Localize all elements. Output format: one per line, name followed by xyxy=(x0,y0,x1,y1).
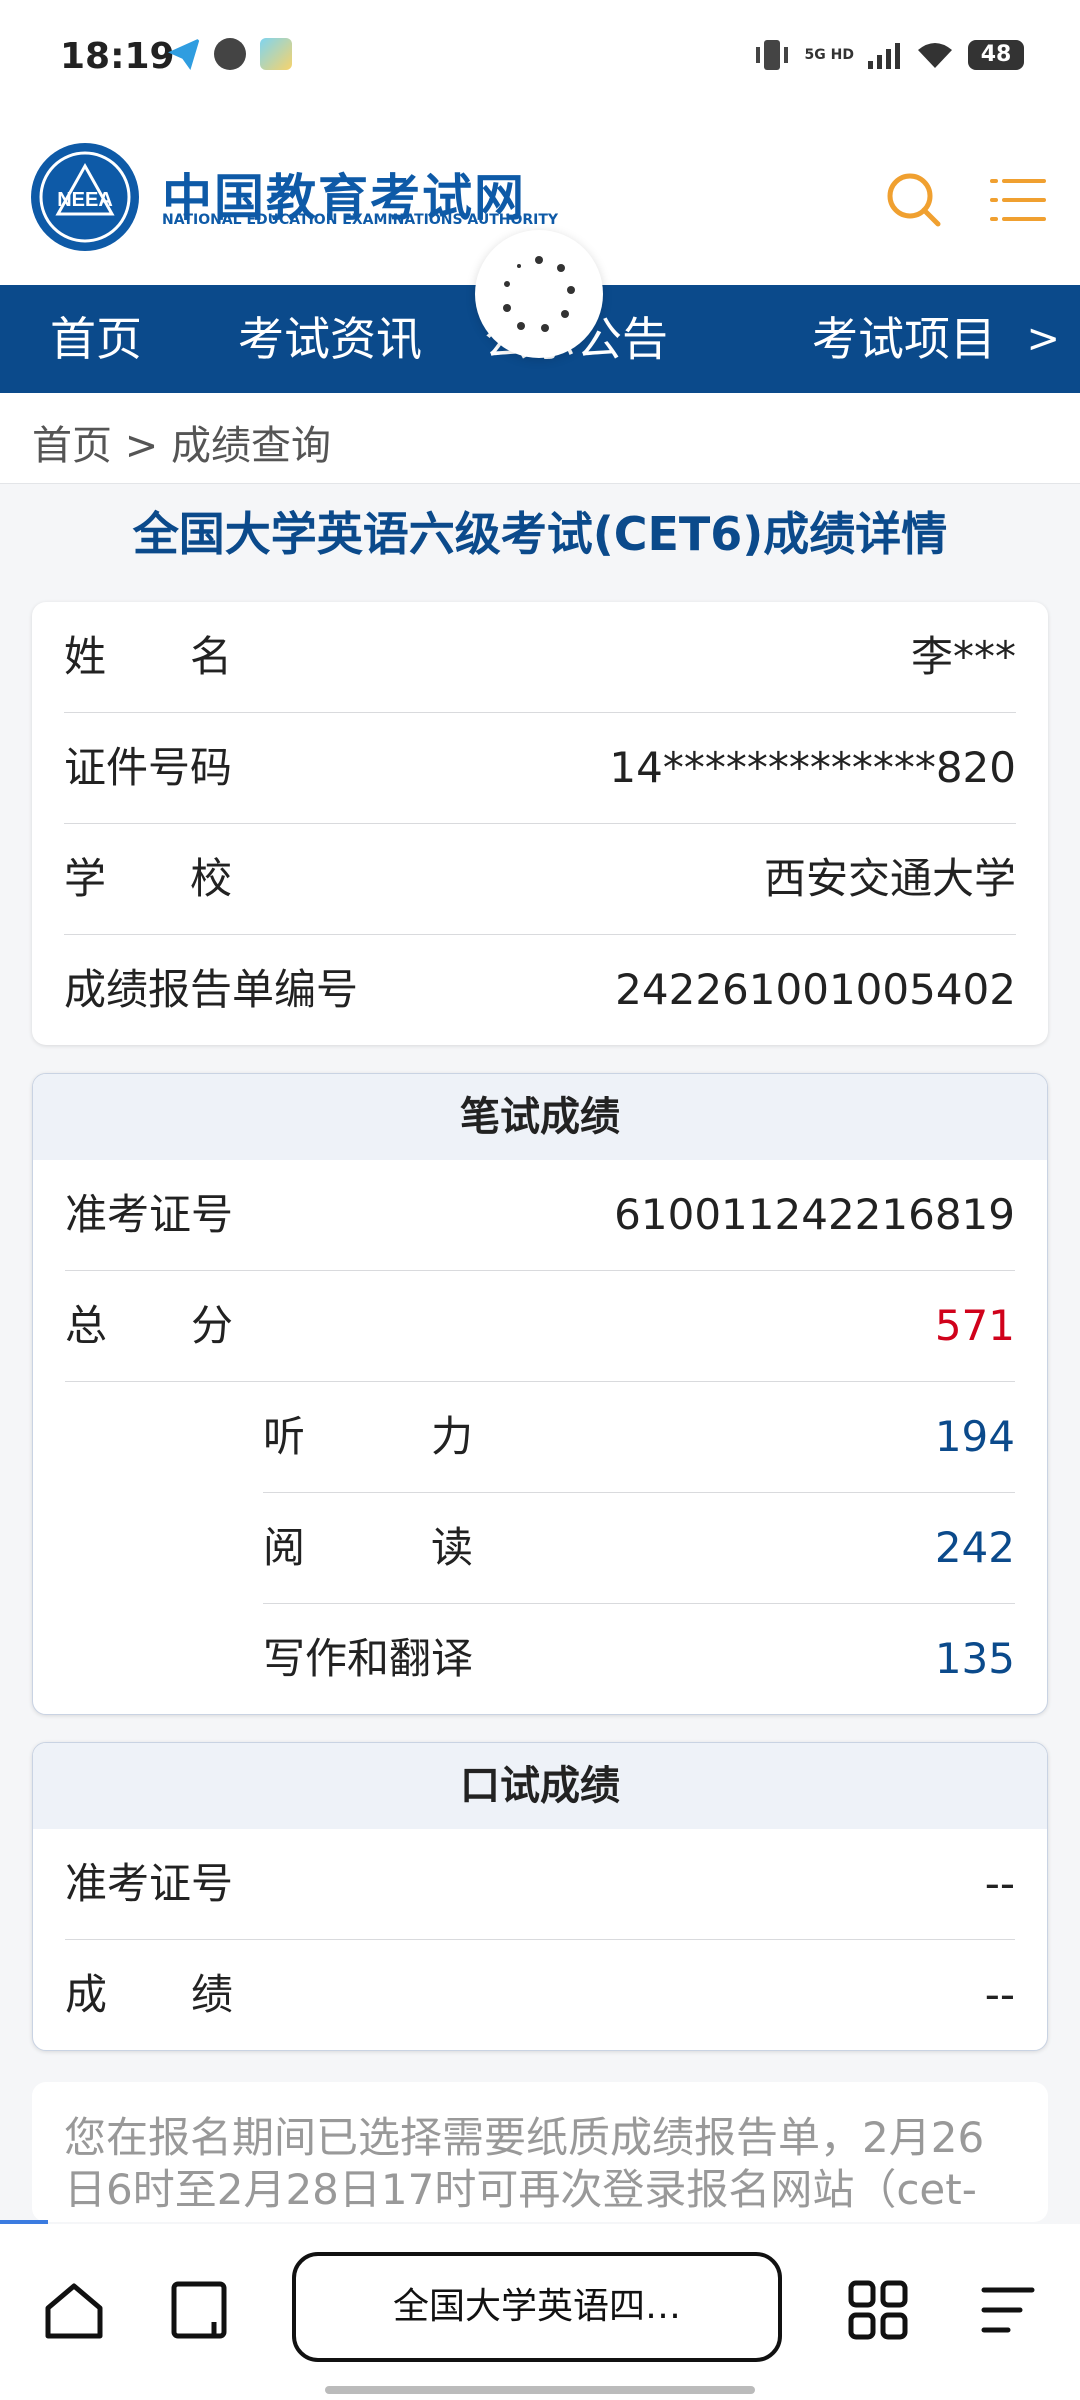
site-subtitle: NATIONAL EDUCATION EXAMINATIONS AUTHORIT… xyxy=(162,212,559,228)
menu-icon[interactable] xyxy=(990,175,1046,225)
nav-more-arrow[interactable]: > xyxy=(1026,285,1060,393)
oral-score-row: 成 绩 -- xyxy=(65,1940,1015,2050)
vibrate-icon xyxy=(755,40,788,70)
search-icon[interactable] xyxy=(884,170,944,230)
score-value: -- xyxy=(984,1970,1015,2019)
info-label: 成绩报告单编号 xyxy=(64,965,359,1014)
written-score-card: 笔试成绩 准考证号 610011242216819 总 分 571 听 力 19… xyxy=(32,1073,1048,1715)
info-value: 14*************820 xyxy=(609,743,1016,792)
total-label: 总 分 xyxy=(65,1301,234,1350)
menu-icon[interactable] xyxy=(976,2278,1040,2342)
info-value: 242261001005402 xyxy=(615,965,1016,1014)
info-label: 证件号码 xyxy=(64,743,233,792)
home-icon[interactable] xyxy=(42,2278,106,2342)
info-value: 李*** xyxy=(910,632,1016,681)
nav-home[interactable]: 首页 xyxy=(50,285,142,393)
section-score: 135 xyxy=(934,1634,1015,1683)
signal-icon xyxy=(868,43,900,69)
spinner-icon xyxy=(503,256,575,332)
info-label: 学 校 xyxy=(64,854,233,903)
total-score-row: 总 分 571 xyxy=(65,1271,1015,1382)
oral-score-card: 口试成绩 准考证号 -- 成 绩 -- xyxy=(32,1742,1048,2051)
network-type: 5G HD xyxy=(804,47,854,63)
oral-admission-row: 准考证号 -- xyxy=(65,1829,1015,1940)
status-bar: 18:19 5G HD 48 xyxy=(0,0,1080,115)
status-time: 18:19 xyxy=(60,36,175,77)
section-label: 阅 读 xyxy=(263,1523,474,1572)
info-value: 西安交通大学 xyxy=(763,854,1016,903)
score-label: 成 绩 xyxy=(65,1970,234,2019)
written-score-title: 笔试成绩 xyxy=(33,1074,1047,1160)
listening-row: 听 力 194 xyxy=(263,1382,1015,1493)
loading-spinner xyxy=(475,230,603,358)
admission-value: 610011242216819 xyxy=(614,1190,1015,1239)
wifi-icon xyxy=(918,43,952,68)
info-row-name: 姓 名 李*** xyxy=(64,602,1016,713)
telegram-icon xyxy=(168,38,200,70)
admission-label: 准考证号 xyxy=(65,1859,234,1908)
home-indicator xyxy=(325,2386,755,2394)
battery-indicator: 48 xyxy=(968,40,1024,70)
apps-icon[interactable] xyxy=(846,2278,910,2342)
admission-value: -- xyxy=(984,1859,1015,1908)
reading-row: 阅 读 242 xyxy=(263,1493,1015,1604)
nav-exam-news[interactable]: 考试资讯 xyxy=(238,285,422,393)
section-label: 写作和翻译 xyxy=(263,1634,474,1683)
page-title: 全国大学英语六级考试(CET6)成绩详情 xyxy=(132,507,948,561)
total-score: 571 xyxy=(934,1301,1015,1350)
neea-logo[interactable]: NEEA xyxy=(30,142,140,252)
message-icon xyxy=(214,38,246,70)
section-label: 听 力 xyxy=(263,1412,474,1461)
oral-score-title: 口试成绩 xyxy=(33,1743,1047,1829)
logo-text: NEEA xyxy=(57,189,113,211)
notice-card: 您在报名期间已选择需要纸质成绩报告单，2月26日6时至2月28日17时可再次登录… xyxy=(32,2082,1048,2222)
breadcrumb: 首页 > 成绩查询 xyxy=(0,393,1080,484)
admission-label: 准考证号 xyxy=(65,1190,234,1239)
breadcrumb-text[interactable]: 首页 > 成绩查询 xyxy=(32,413,331,471)
writing-translation-row: 写作和翻译 135 xyxy=(263,1604,1015,1714)
section-score: 242 xyxy=(934,1523,1015,1572)
written-admission-row: 准考证号 610011242216819 xyxy=(65,1160,1015,1271)
address-bar[interactable]: 全国大学英语四… xyxy=(292,2252,782,2362)
personal-info-card: 姓 名 李*** 证件号码 14*************820 学 校 西安交… xyxy=(32,602,1048,1045)
notice-text: 您在报名期间已选择需要纸质成绩报告单，2月26日6时至2月28日17时可再次登录… xyxy=(64,2113,985,2214)
nav-exam-projects[interactable]: 考试项目 xyxy=(812,285,996,393)
app-icon xyxy=(260,38,292,70)
info-label: 姓 名 xyxy=(64,632,233,681)
section-score: 194 xyxy=(934,1412,1015,1461)
info-row-report-number: 成绩报告单编号 242261001005402 xyxy=(64,935,1016,1045)
notification-icons xyxy=(168,38,292,70)
tabs-icon[interactable] xyxy=(168,2278,232,2342)
info-row-id-number: 证件号码 14*************820 xyxy=(64,713,1016,824)
info-row-school: 学 校 西安交通大学 xyxy=(64,824,1016,935)
